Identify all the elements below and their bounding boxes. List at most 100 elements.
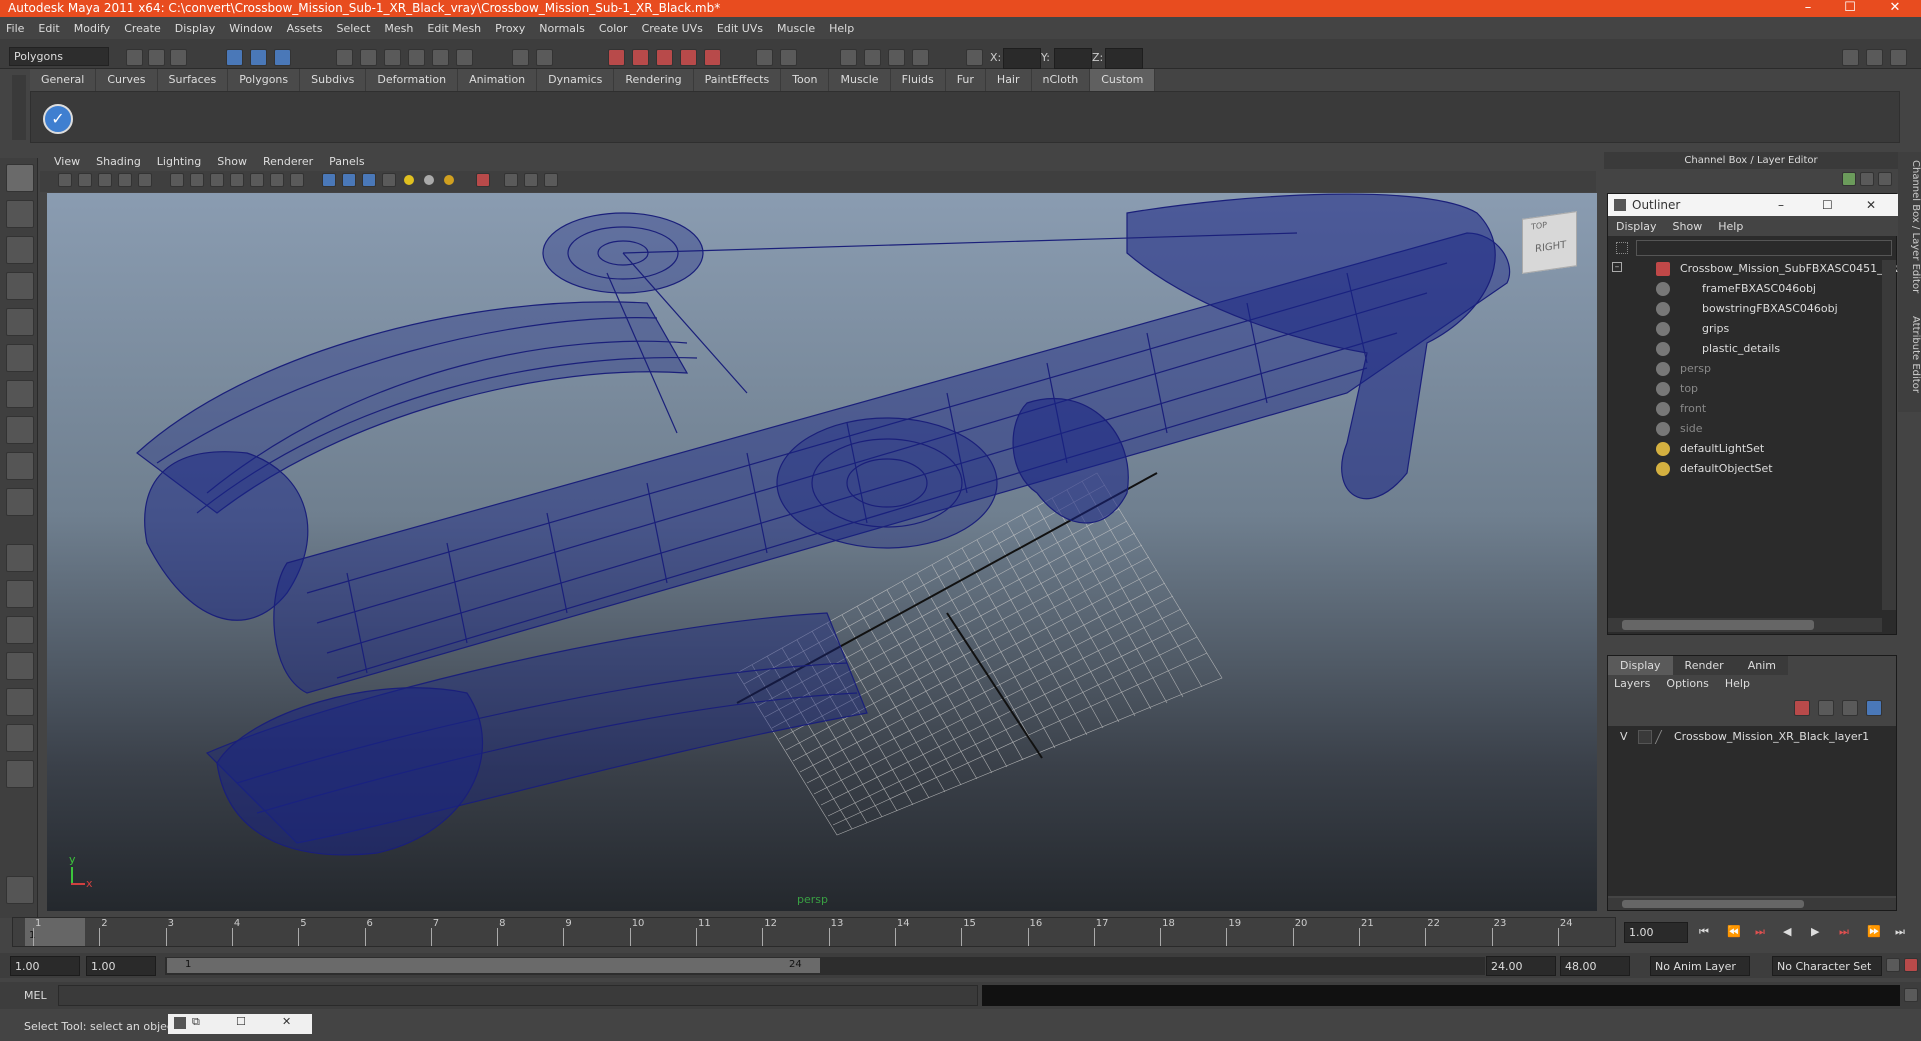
outliner-item[interactable]: bowstringFBXASC046obj: [1702, 300, 1838, 318]
auto-key-icon[interactable]: [1886, 958, 1900, 972]
menu-proxy[interactable]: Proxy: [495, 22, 525, 35]
camera-attributes-icon[interactable]: [58, 173, 72, 187]
shelf-tab-hair[interactable]: Hair: [985, 69, 1032, 91]
lock-icon[interactable]: [512, 49, 529, 66]
x-field[interactable]: [1003, 48, 1041, 69]
menu-normals[interactable]: Normals: [539, 22, 585, 35]
last-tool-icon[interactable]: [6, 488, 34, 516]
snap-point-icon[interactable]: [384, 49, 401, 66]
transform-mode-icon[interactable]: [966, 49, 983, 66]
step-forward-key-icon[interactable]: ⏭: [1839, 925, 1849, 939]
hypershade-icon[interactable]: [680, 49, 697, 66]
camera-bookmark-icon[interactable]: [78, 173, 92, 187]
shelf-tab-muscle[interactable]: Muscle: [829, 69, 891, 91]
grease-pencil-icon[interactable]: [138, 173, 152, 187]
menu-modify[interactable]: Modify: [74, 22, 110, 35]
shelf-tab-custom[interactable]: Custom: [1090, 69, 1156, 91]
textured-icon[interactable]: [382, 173, 396, 187]
shelf-tab-polygons[interactable]: Polygons: [228, 69, 301, 91]
new-layer-icon[interactable]: [1794, 700, 1810, 716]
select-tool-icon[interactable]: [6, 164, 34, 192]
hypershade-layout-icon[interactable]: [6, 688, 34, 716]
backface-culling-icon[interactable]: [544, 173, 558, 187]
shelf-tab-fluids[interactable]: Fluids: [890, 69, 946, 91]
rotate-tool-icon[interactable]: [6, 308, 34, 336]
outliner-menu-help[interactable]: Help: [1718, 220, 1743, 233]
current-frame-marker[interactable]: 1: [25, 918, 85, 946]
outliner-scroll-thumb[interactable]: [1622, 620, 1814, 630]
outliner-maximize-icon[interactable]: ☐: [1822, 194, 1833, 216]
animation-preferences-icon[interactable]: [1904, 958, 1918, 972]
quick-layout-icon[interactable]: [6, 876, 34, 904]
shelf-tab-curves[interactable]: Curves: [96, 69, 158, 91]
layer-menu-options[interactable]: Options: [1666, 677, 1708, 690]
playback-end-field[interactable]: 24.00: [1486, 956, 1556, 976]
render-settings-icon[interactable]: [656, 49, 673, 66]
playback-start-field[interactable]: 1.00: [86, 956, 156, 976]
tool-settings-toggle-icon[interactable]: [1866, 49, 1883, 66]
close-icon[interactable]: ✕: [1875, 0, 1915, 17]
resolution-gate-icon[interactable]: [210, 173, 224, 187]
start-time-field[interactable]: 1.00: [10, 956, 80, 976]
time-slider[interactable]: 1 12345678910111213141516171819202122232…: [12, 917, 1616, 947]
outliner-item[interactable]: grips: [1702, 320, 1729, 338]
anim-layer-select[interactable]: No Anim Layer: [1650, 956, 1750, 976]
minimize-icon[interactable]: –: [1788, 0, 1828, 17]
layer-scroll-thumb[interactable]: [1622, 900, 1804, 908]
shelf-tab-toon[interactable]: Toon: [781, 69, 830, 91]
go-to-end-icon[interactable]: ⏭: [1895, 925, 1905, 939]
step-back-key-icon[interactable]: ⏭: [1755, 925, 1765, 939]
outliner-filter-input[interactable]: [1636, 240, 1892, 256]
image-plane-icon[interactable]: [98, 173, 112, 187]
layer-horizontal-scrollbar[interactable]: [1608, 898, 1896, 910]
wireframe-on-shaded-icon[interactable]: [362, 173, 376, 187]
menu-display[interactable]: Display: [175, 22, 216, 35]
menu-create[interactable]: Create: [124, 22, 161, 35]
menu-window[interactable]: Window: [229, 22, 272, 35]
menu-muscle[interactable]: Muscle: [777, 22, 815, 35]
snap-together-icon[interactable]: [840, 49, 857, 66]
layer-menu-help[interactable]: Help: [1725, 677, 1750, 690]
current-time-field[interactable]: 1.00: [1624, 922, 1688, 943]
outliner-layout-icon[interactable]: [6, 724, 34, 752]
outliner-item[interactable]: defaultLightSet: [1680, 440, 1764, 458]
menu-mesh[interactable]: Mesh: [384, 22, 413, 35]
use-default-lighting-icon[interactable]: [404, 175, 414, 185]
open-scene-icon[interactable]: [148, 49, 165, 66]
four-view-layout-icon[interactable]: [6, 580, 34, 608]
save-scene-icon[interactable]: [170, 49, 187, 66]
outliner-close-icon[interactable]: ✕: [1866, 194, 1876, 216]
input-line-icon[interactable]: [756, 49, 773, 66]
y-field[interactable]: [1054, 48, 1092, 69]
select-object-icon[interactable]: [250, 49, 267, 66]
gate-mask-icon[interactable]: [230, 173, 244, 187]
shelf-tab-rendering[interactable]: Rendering: [614, 69, 694, 91]
menu-edit[interactable]: Edit: [38, 22, 59, 35]
z-field[interactable]: [1105, 48, 1143, 69]
half-circle-icon[interactable]: [1860, 172, 1874, 186]
layer-tab-display[interactable]: Display: [1608, 656, 1673, 675]
script-editor-icon[interactable]: [1904, 988, 1918, 1002]
tool-settings-icon[interactable]: [912, 49, 929, 66]
outliner-item[interactable]: defaultObjectSet: [1680, 460, 1773, 478]
viewport-menu-lighting[interactable]: Lighting: [157, 155, 201, 168]
outliner-item[interactable]: frameFBXASC046obj: [1702, 280, 1816, 298]
outliner-item[interactable]: side: [1680, 420, 1703, 438]
menu-create-uvs[interactable]: Create UVs: [642, 22, 703, 35]
go-to-start-icon[interactable]: ⏮: [1699, 925, 1709, 939]
outliner-item[interactable]: front: [1680, 400, 1706, 418]
xray-joints-icon[interactable]: [524, 173, 538, 187]
outliner-item[interactable]: top: [1680, 380, 1698, 398]
menu-edit-uvs[interactable]: Edit UVs: [717, 22, 763, 35]
play-backward-icon[interactable]: ◀: [1783, 925, 1791, 938]
menu-color[interactable]: Color: [599, 22, 628, 35]
layer-playback-toggle[interactable]: [1638, 730, 1652, 744]
render-view-icon[interactable]: [704, 49, 721, 66]
step-forward-frame-icon[interactable]: ⏩: [1867, 925, 1881, 938]
soft-modification-icon[interactable]: [6, 416, 34, 444]
field-chart-icon[interactable]: [250, 173, 264, 187]
grid-icon[interactable]: [170, 173, 184, 187]
shelf-tab-general[interactable]: General: [30, 69, 97, 91]
safe-title-icon[interactable]: [290, 173, 304, 187]
viewport-menu-show[interactable]: Show: [217, 155, 247, 168]
